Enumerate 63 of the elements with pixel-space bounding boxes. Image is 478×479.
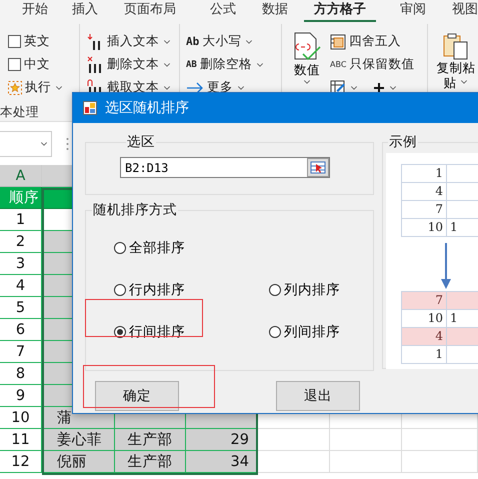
table-cell: 生产部 [115, 429, 186, 451]
table-cell: 倪丽 [42, 451, 115, 473]
table-cell: 3 [0, 253, 42, 275]
table-cell: 姜心菲 [42, 429, 115, 451]
example-cell: 7 [402, 292, 447, 310]
sort-radio[interactable]: 全部排序 [114, 239, 185, 257]
table-cell: 34 [186, 451, 258, 473]
table-cell: 7 [0, 341, 42, 363]
ribbon-tab[interactable]: 视图 [442, 0, 478, 22]
execute-button[interactable]: 执行 [8, 78, 75, 97]
table-cell: 11 [0, 429, 42, 451]
header-cell: 顺序 [0, 187, 42, 209]
ribbon-tab[interactable]: 插入 [62, 0, 108, 22]
text-tool-button[interactable]: 删除文本 [86, 55, 175, 74]
text-tool-button[interactable]: 插入文本 [86, 32, 175, 51]
range-field[interactable]: B2:D13 [120, 157, 330, 178]
table-cell: 2 [0, 231, 42, 253]
table-cell: 6 [0, 319, 42, 341]
column-header[interactable]: A [0, 165, 42, 187]
number-tool-button[interactable]: 四舍五入 [330, 32, 414, 51]
example-cell: 1 [402, 346, 447, 364]
ribbon-tab[interactable]: 开始 [12, 0, 58, 22]
text-tool-button[interactable]: AB 删除空格 [186, 55, 277, 74]
group-label: 选区 [126, 133, 156, 151]
number-tool-button[interactable]: ABC 只保留数值 [330, 55, 414, 74]
example-cell: 1 [447, 219, 478, 237]
table-cell: 9 [0, 385, 42, 407]
sort-radio[interactable]: 列内排序 [269, 281, 340, 299]
table-cell: 12 [0, 451, 42, 473]
text-icon: ABC [330, 60, 346, 69]
table-cell: 5 [0, 297, 42, 319]
table-cell: 10 [0, 407, 42, 429]
number-button[interactable]: 数值 [292, 32, 322, 102]
sort-radio[interactable]: 列间排序 [269, 323, 340, 341]
window-title: 选区随机排序 [105, 99, 189, 117]
example-cell: 10 [402, 219, 447, 237]
group-label: 随机排序方式 [92, 201, 178, 219]
example-cell: 1 [447, 310, 478, 328]
language-checkbox[interactable]: 英文 [8, 32, 75, 51]
example-cell: 1 [402, 165, 447, 183]
example-cell: 4 [402, 183, 447, 201]
ribbon-tab[interactable]: 公式 [200, 0, 246, 22]
dialog-button[interactable]: 退出 [276, 381, 360, 411]
dialog-button[interactable]: 确定 [95, 381, 179, 411]
table-cell: 生产部 [115, 451, 186, 473]
ribbon-tab[interactable]: 数据 [252, 0, 298, 22]
text-tool-button[interactable]: Ab 大小写 [186, 32, 277, 51]
example-cell: 7 [402, 201, 447, 219]
paste-button[interactable]: 复制粘贴 [436, 32, 476, 90]
sort-radio[interactable]: 行内排序 [114, 281, 185, 299]
group-label: 本处理 [0, 104, 39, 121]
case-icon: Ab [186, 35, 200, 48]
table-cell: 4 [0, 275, 42, 297]
example-cell: 4 [402, 328, 447, 346]
group-label: 示例 [388, 133, 418, 151]
remove-space-icon: AB [186, 60, 197, 70]
table-cell: 1 [0, 209, 42, 231]
example-cell: 10 [402, 310, 447, 328]
ribbon-tab[interactable]: 审阅 [390, 0, 436, 22]
language-checkbox[interactable]: 中文 [8, 55, 75, 74]
table-cell: 8 [0, 363, 42, 385]
table-cell: 29 [186, 429, 258, 451]
ribbon-tab[interactable]: 页面布局 [114, 0, 186, 22]
